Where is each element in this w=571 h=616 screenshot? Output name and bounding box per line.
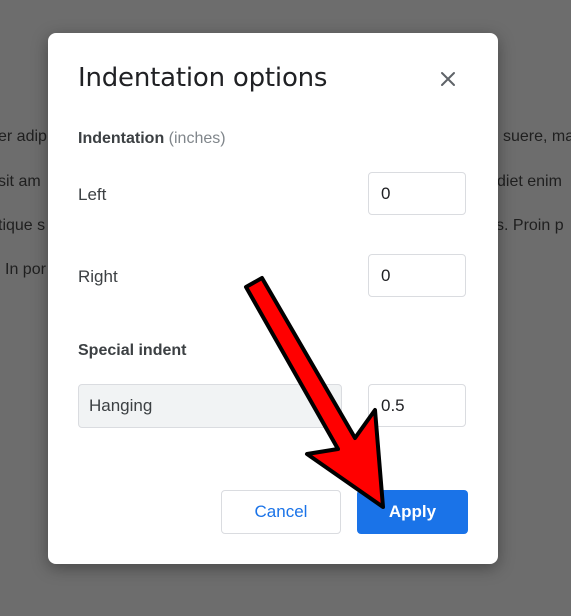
doc-text-fragment: tique s	[0, 217, 46, 234]
doc-text-fragment: s. Proin p	[496, 217, 564, 234]
apply-button[interactable]: Apply	[357, 490, 468, 534]
right-indent-input[interactable]	[368, 254, 466, 297]
indentation-heading-label: Indentation	[78, 130, 165, 147]
left-indent-input[interactable]	[368, 172, 466, 215]
doc-text-fragment: suere, ma	[503, 128, 571, 145]
right-label: Right	[78, 267, 118, 286]
doc-text-fragment: In por	[5, 261, 46, 278]
special-indent-heading: Special indent	[78, 342, 187, 359]
indentation-options-dialog: Indentation options Indentation (inches)…	[48, 33, 498, 564]
doc-text-fragment: er adip	[0, 128, 47, 145]
close-icon	[441, 72, 455, 86]
dialog-title: Indentation options	[78, 63, 328, 93]
special-indent-select[interactable]: Hanging	[78, 384, 342, 428]
indentation-heading: Indentation (inches)	[78, 130, 226, 148]
doc-text-fragment: sit am	[0, 173, 41, 190]
screen: er adip suere, ma sit am diet enim tique…	[0, 0, 571, 616]
special-indent-selected: Hanging	[89, 396, 153, 415]
close-button[interactable]	[434, 65, 462, 93]
left-label: Left	[78, 185, 107, 204]
indentation-unit: (inches)	[168, 130, 226, 147]
special-indent-input[interactable]	[368, 384, 466, 427]
cancel-button[interactable]: Cancel	[221, 490, 341, 534]
doc-text-fragment: diet enim	[497, 173, 562, 190]
